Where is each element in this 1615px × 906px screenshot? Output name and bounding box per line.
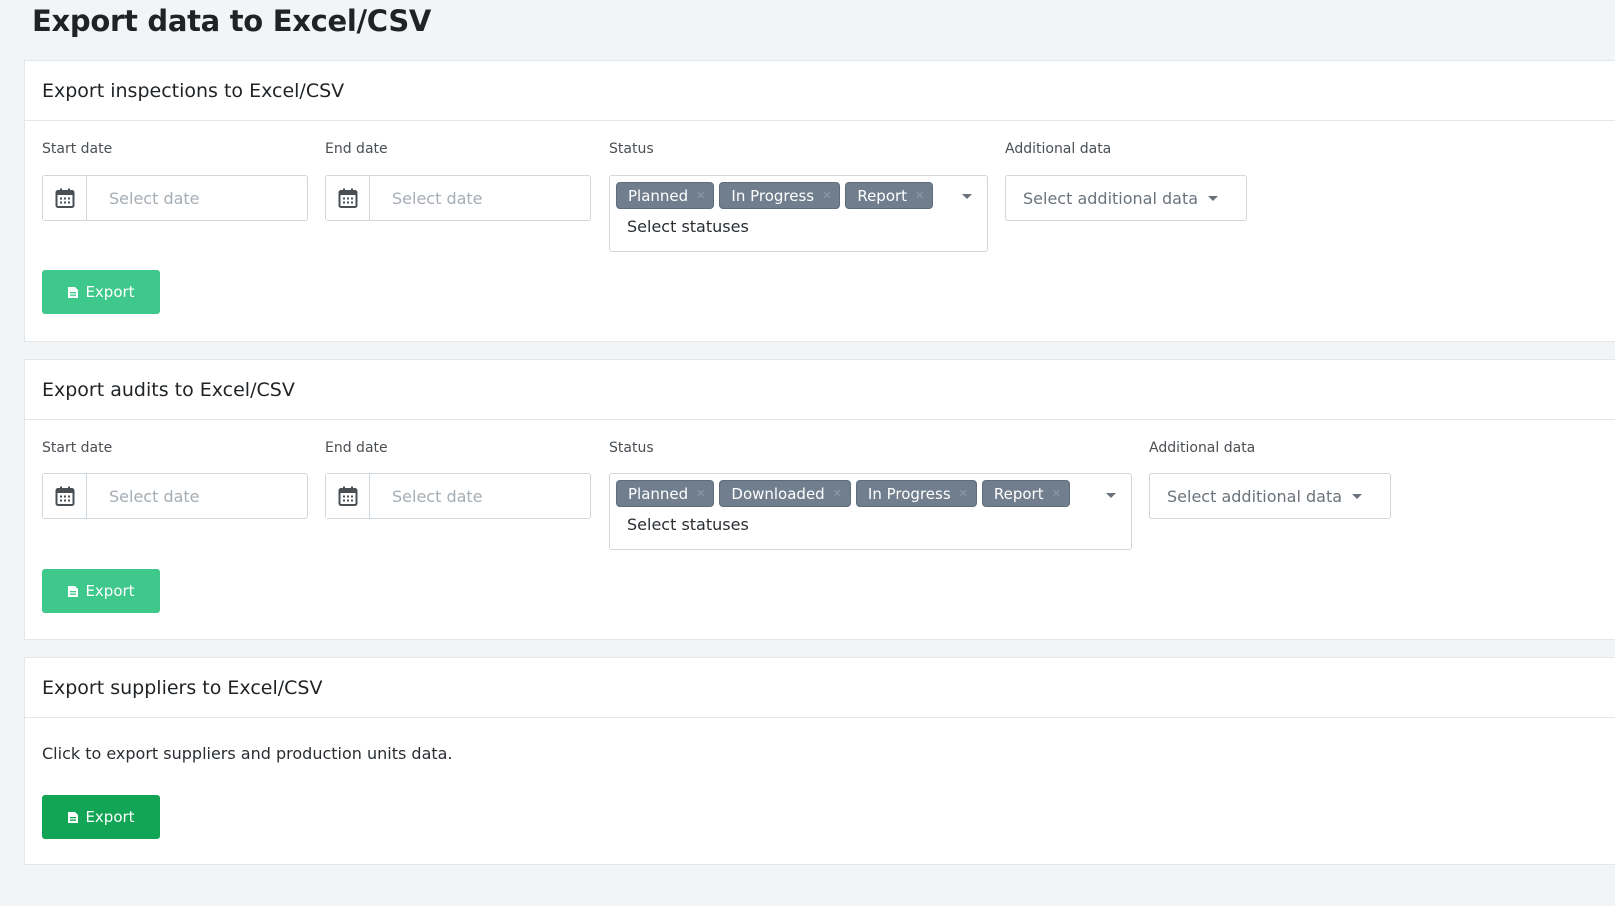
inspections-status-label: Status [609,141,654,157]
suppliers-description: Click to export suppliers and production… [42,744,453,763]
inspections-start-date-label: Start date [42,141,113,157]
inspections-card-header: Export inspections to Excel/CSV [25,61,1615,121]
inspections-status-tags: Planned ✕ In Progress ✕ Report ✕ [616,182,934,209]
page-title: Export data to Excel/CSV [32,4,432,38]
inspections-status-placeholder[interactable]: Select statuses [627,217,749,236]
status-tag-label: Report [993,484,1044,503]
audits-card-title: Export audits to Excel/CSV [42,378,295,401]
file-icon [68,585,79,597]
close-icon[interactable]: ✕ [696,189,705,202]
close-icon[interactable]: ✕ [1052,487,1061,500]
status-tag[interactable]: Planned ✕ [616,182,715,209]
status-tag[interactable]: In Progress ✕ [719,182,841,209]
audits-export-button[interactable]: Export [42,569,160,613]
caret-down-icon[interactable] [962,194,972,199]
inspections-start-date-placeholder[interactable]: Select date [87,176,307,220]
audits-export-card: Export audits to Excel/CSV Start date Se… [24,359,1615,640]
inspections-end-date-input[interactable]: Select date [325,175,591,221]
status-tag-label: In Progress [867,484,951,503]
caret-down-icon [1208,195,1219,201]
audits-start-date-placeholder[interactable]: Select date [87,474,307,518]
inspections-export-card: Export inspections to Excel/CSV Start da… [24,60,1615,342]
calendar-icon[interactable] [43,176,87,220]
close-icon[interactable]: ✕ [915,189,924,202]
inspections-additional-data-label: Additional data [1005,141,1112,157]
audits-end-date-placeholder[interactable]: Select date [370,474,590,518]
file-icon [68,811,79,823]
calendar-icon[interactable] [326,176,370,220]
status-tag-label: In Progress [731,186,815,205]
caret-down-icon[interactable] [1106,493,1116,498]
status-tag-label: Planned [628,484,689,503]
suppliers-card-header: Export suppliers to Excel/CSV [25,658,1615,718]
audits-card-header: Export audits to Excel/CSV [25,360,1615,420]
status-tag-label: Report [857,186,908,205]
close-icon[interactable]: ✕ [833,487,842,500]
inspections-card-title: Export inspections to Excel/CSV [42,79,345,102]
audits-start-date-label: Start date [42,440,113,456]
audits-additional-data-label: Additional data [1149,440,1256,456]
close-icon[interactable]: ✕ [959,487,968,500]
status-tag[interactable]: Report ✕ [845,182,934,209]
suppliers-card-title: Export suppliers to Excel/CSV [42,676,323,699]
export-button-label: Export [85,808,135,826]
status-tag-label: Planned [628,186,689,205]
close-icon[interactable]: ✕ [696,487,705,500]
status-tag[interactable]: In Progress ✕ [855,480,977,507]
audits-additional-data-placeholder: Select additional data [1167,486,1343,506]
inspections-end-date-placeholder[interactable]: Select date [370,176,590,220]
export-button-label: Export [85,283,135,301]
audits-additional-data-dropdown[interactable]: Select additional data [1149,473,1391,519]
audits-status-multiselect[interactable]: Planned ✕ Downloaded ✕ In Progress ✕ Report… [609,473,1132,550]
audits-end-date-input[interactable]: Select date [325,473,591,519]
status-tag[interactable]: Planned ✕ [616,480,715,507]
caret-down-icon [1352,493,1363,499]
audits-start-date-input[interactable]: Select date [42,473,308,519]
file-icon [68,286,79,298]
calendar-icon[interactable] [43,474,87,518]
inspections-additional-data-dropdown[interactable]: Select additional data [1005,175,1247,221]
audits-status-placeholder[interactable]: Select statuses [627,515,749,534]
export-button-label: Export [85,582,135,600]
suppliers-export-button[interactable]: Export [42,795,160,839]
audits-status-label: Status [609,440,654,456]
suppliers-export-card: Export suppliers to Excel/CSV Click to e… [24,657,1615,865]
inspections-export-button[interactable]: Export [42,270,160,314]
close-icon[interactable]: ✕ [822,189,831,202]
status-tag[interactable]: Report ✕ [981,480,1070,507]
inspections-start-date-input[interactable]: Select date [42,175,308,221]
inspections-end-date-label: End date [325,141,388,157]
inspections-status-multiselect[interactable]: Planned ✕ In Progress ✕ Report ✕ Select sta… [609,175,988,252]
status-tag[interactable]: Downloaded ✕ [719,480,851,507]
calendar-icon[interactable] [326,474,370,518]
audits-end-date-label: End date [325,440,388,456]
status-tag-label: Downloaded [731,484,825,503]
inspections-additional-data-placeholder: Select additional data [1023,188,1199,208]
audits-status-tags: Planned ✕ Downloaded ✕ In Progress ✕ Report… [616,480,1070,507]
